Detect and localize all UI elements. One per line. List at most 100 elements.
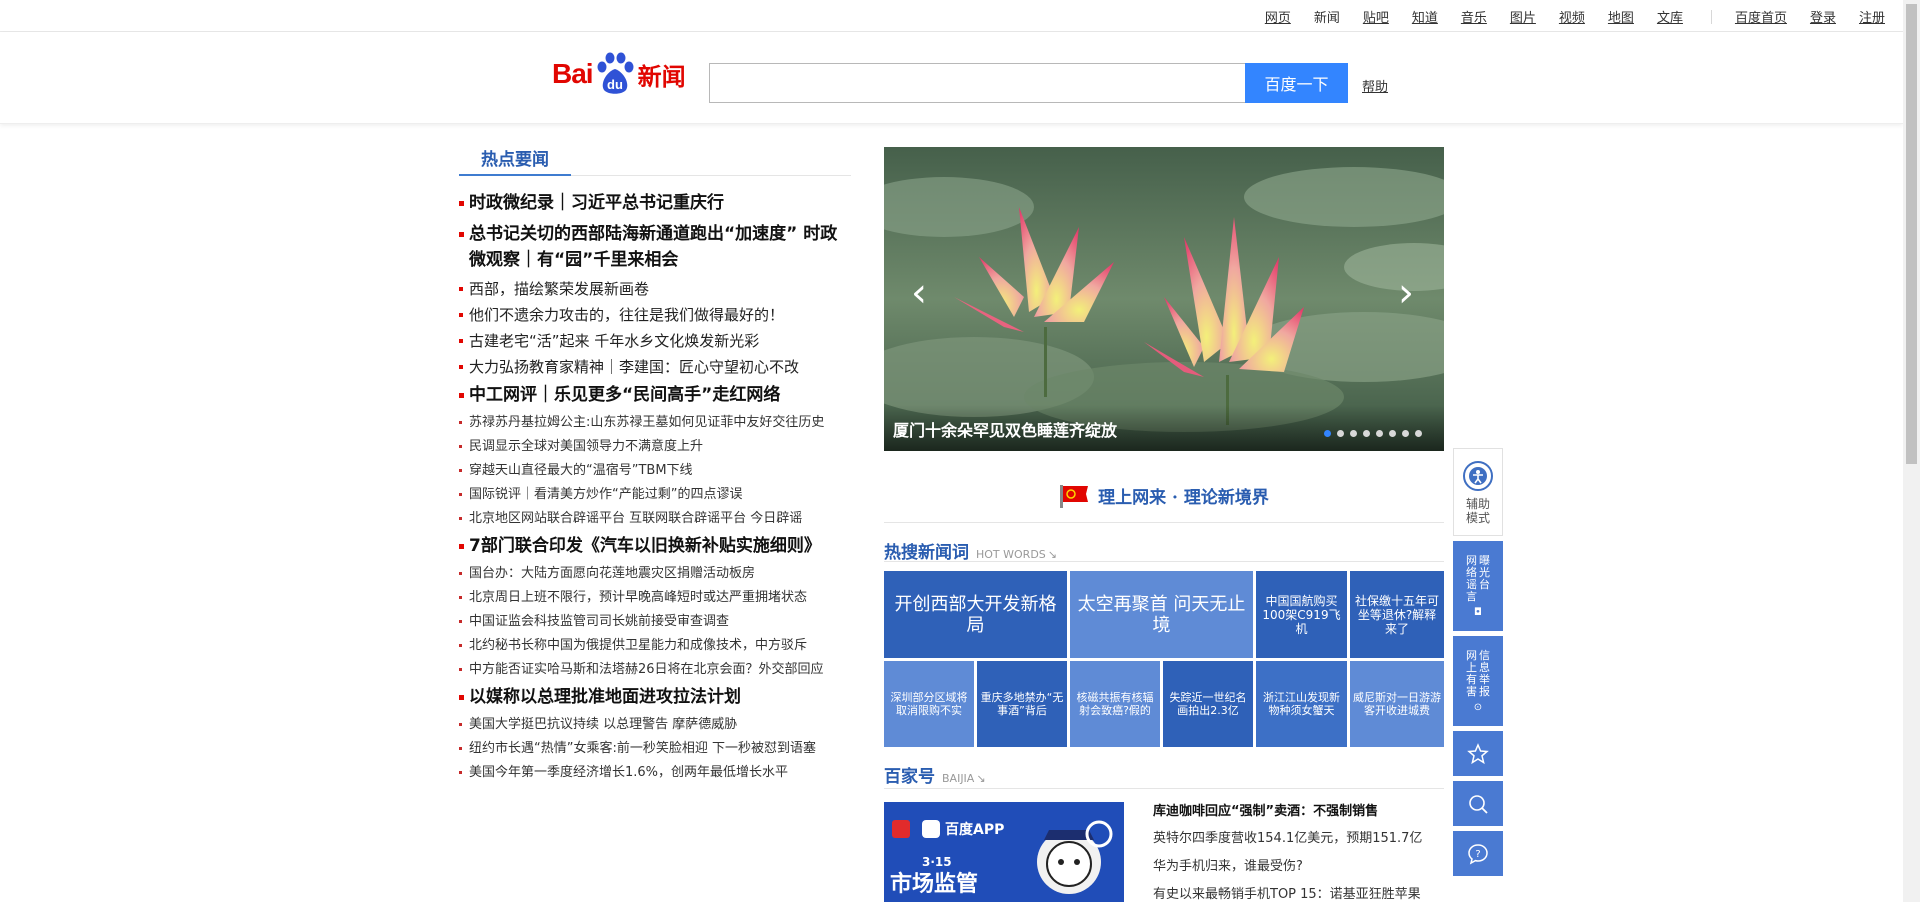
hotword-cell[interactable]: 浙江江山发现新物种须女蟹天 — [1256, 661, 1347, 747]
hot-news-item[interactable]: 总书记关切的西部陆海新通道跑出“加速度” 时政微观察｜有“园”千里来相会 — [459, 221, 851, 273]
nav-video[interactable]: 视频 — [1559, 7, 1585, 26]
svg-text:du: du — [607, 77, 623, 92]
carousel-caption[interactable]: 厦门十余朵罕见双色睡莲齐绽放 — [893, 417, 1117, 441]
carousel-dot[interactable] — [1376, 430, 1383, 437]
hotword-cell[interactable]: 重庆多地禁办“无事酒”背后 — [977, 661, 1067, 747]
hot-news-item[interactable]: 他们不遗余力攻击的，往往是我们做得最好的！ — [459, 305, 851, 325]
hotwords-en-title: HOT WORDS — [976, 548, 1046, 561]
search-button[interactable]: 百度一下 — [1245, 63, 1348, 103]
help-link[interactable]: 帮助 — [1362, 76, 1388, 95]
baijia-promo-image[interactable]: 百度APP 3·15 市场监管 — [884, 802, 1124, 902]
carousel-dot[interactable] — [1324, 430, 1331, 437]
hot-news-item[interactable]: 以媒称以总理批准地面进攻拉法计划 — [459, 684, 851, 710]
nav-images[interactable]: 图片 — [1510, 7, 1536, 26]
accessibility-label: 辅助模式 — [1465, 497, 1490, 525]
image-carousel[interactable]: 厦门十余朵罕见双色睡莲齐绽放 ‹ › — [884, 147, 1444, 451]
baijia-en-title: BAIJIA — [942, 772, 975, 785]
carousel-dot[interactable] — [1363, 430, 1370, 437]
carousel-dot[interactable] — [1337, 430, 1344, 437]
rumor-exposure-button[interactable]: 网络谣言 曝光台 ◘ — [1453, 541, 1503, 631]
hot-news-item[interactable]: 北京周日上班不限行，预计早晚高峰短时或达严重拥堵状态 — [459, 589, 851, 607]
hot-news-item[interactable]: 中方能否证实哈马斯和法塔赫26日将在北京会面？外交部回应 — [459, 661, 851, 679]
hot-news-item[interactable]: 国际锐评｜看清美方炒作“产能过剩”的四点谬误 — [459, 486, 851, 504]
nav-tieba[interactable]: 贴吧 — [1363, 7, 1389, 26]
search-box — [709, 63, 1245, 103]
hotword-cell[interactable]: 太空再聚首 问天无止境 — [1070, 571, 1253, 658]
hot-news-item[interactable]: 苏禄苏丹基拉姆公主:山东苏禄王墓如何见证菲中友好交往历史 — [459, 414, 851, 432]
feedback-button[interactable]: ? — [1453, 831, 1503, 876]
register-link[interactable]: 注册 — [1859, 7, 1885, 26]
hot-news-item[interactable]: 民调显示全球对美国领导力不满意度上升 — [459, 438, 851, 456]
hot-news-item[interactable]: 中国证监会科技监管司司长姚前接受审查调查 — [459, 613, 851, 631]
help-bubble-icon: ? — [1468, 843, 1488, 864]
hot-news-item[interactable]: 穿越天山直径最大的“温宿号”TBM下线 — [459, 462, 851, 480]
hotword-cell[interactable]: 核磁共振有核辐射会致癌?假的 — [1070, 661, 1160, 747]
tab-hot-news[interactable]: 热点要闻 — [459, 140, 571, 176]
baijia-item[interactable]: 华为手机归来，谁最受伤? — [1153, 857, 1445, 877]
hotword-cell[interactable]: 中国国航购买100架C919飞机 — [1256, 571, 1347, 658]
hot-news-item[interactable]: 国台办：大陆方面愿向花莲地震灾区捐赠活动板房 — [459, 565, 851, 583]
carousel-dot[interactable] — [1402, 430, 1409, 437]
hotword-cell[interactable]: 社保缴十五年可坐等退休?解释来了 — [1350, 571, 1444, 658]
baijia-item[interactable]: 有史以来最畅销手机TOP 15：诺基亚狂胜苹果 — [1153, 885, 1445, 905]
hotword-cell[interactable]: 失踪近一世纪名画拍出2.3亿 — [1163, 661, 1253, 747]
hotword-cell[interactable]: 开创西部大开发新格局 — [884, 571, 1067, 658]
search-input[interactable] — [710, 64, 1245, 102]
hot-news-item[interactable]: 西部，描绘繁荣发展新画卷 — [459, 279, 851, 299]
hot-news-item[interactable]: 北京地区网站联合辟谣平台 互联网联合辟谣平台 今日辟谣 — [459, 510, 851, 528]
baijia-arrow-icon[interactable]: ↘ — [976, 772, 985, 785]
baijia-promo-graphic: 百度APP 3·15 市场监管 — [884, 802, 1124, 902]
login-link[interactable]: 登录 — [1810, 7, 1836, 26]
carousel-prev-arrow-icon[interactable]: ‹ — [904, 270, 934, 316]
baijia-item[interactable]: 英特尔四季度营收154.1亿美元，预期151.7亿 — [1153, 829, 1445, 849]
hot-news-item[interactable]: 纽约市长遇“热情”女乘客:前一秒笑脸相迎 下一秒被怼到语塞 — [459, 740, 851, 758]
hot-news-item[interactable]: 古建老宅“活”起来 千年水乡文化焕发新光彩 — [459, 331, 851, 351]
nav-map[interactable]: 地图 — [1608, 7, 1634, 26]
shield-icon: ◘ — [1474, 606, 1482, 618]
theory-banner[interactable]: 理上网来 · 理论新境界 — [884, 469, 1444, 523]
hot-news-item[interactable]: 美国今年第一季度经济增长1.6%，创两年最低增长水平 — [459, 764, 851, 782]
baijia-headline[interactable]: 库迪咖啡回应“强制”卖酒：不强制销售 — [1153, 802, 1445, 822]
carousel-dot[interactable] — [1415, 430, 1422, 437]
hotwords-title: 热搜新闻词 — [884, 543, 969, 563]
svg-text:?: ? — [1475, 849, 1480, 860]
nav-web[interactable]: 网页 — [1265, 7, 1291, 26]
nav-music[interactable]: 音乐 — [1461, 7, 1487, 26]
hot-news-list: 时政微纪录｜习近平总书记重庆行总书记关切的西部陆海新通道跑出“加速度” 时政微观… — [459, 190, 851, 782]
baidu-home-link[interactable]: 百度首页 — [1735, 7, 1787, 26]
hot-news-item[interactable]: 大力弘扬教育家精神｜李建国：匠心守望初心不改 — [459, 357, 851, 377]
hot-news-item[interactable]: 7部门联合印发《汽车以旧换新补贴实施细则》 — [459, 533, 851, 559]
carousel-dots — [1318, 430, 1422, 437]
page-scrollbar[interactable] — [1903, 0, 1920, 902]
baijia-news-list: 库迪咖啡回应“强制”卖酒：不强制销售 英特尔四季度营收154.1亿美元，预期15… — [1153, 802, 1445, 913]
nav-zhidao[interactable]: 知道 — [1412, 7, 1438, 26]
baijia-header: 百家号 BAIJIA ↘ — [884, 762, 986, 787]
baidu-news-logo[interactable]: Bai du 新闻 — [552, 51, 686, 97]
hotword-cell[interactable]: 深圳部分区域将取消限购不实 — [884, 661, 974, 747]
hotwords-header: 热搜新闻词 HOT WORDS ↘ — [884, 538, 1057, 563]
hotwords-arrow-icon[interactable]: ↘ — [1048, 548, 1057, 561]
nav-news[interactable]: 新闻 — [1314, 7, 1340, 26]
hotwords-grid: 开创西部大开发新格局 太空再聚首 问天无止境 中国国航购买100架C919飞机 社保缴… — [884, 571, 1444, 747]
rumor-label-a: 曝光台 — [1479, 553, 1490, 591]
nav-divider — [1710, 9, 1712, 24]
hotword-cell[interactable]: 威尼斯对一日游游客开收进城费 — [1350, 661, 1444, 747]
nav-wenku[interactable]: 文库 — [1657, 7, 1683, 26]
harmful-info-report-button[interactable]: 网上有害 信息举报 ⊙ — [1453, 636, 1503, 726]
svg-text:市场监管: 市场监管 — [890, 871, 978, 897]
hot-news-item[interactable]: 美国大学挺巴抗议持续 以总理警告 摩萨德威胁 — [459, 716, 851, 734]
scrollbar-thumb[interactable] — [1906, 4, 1917, 464]
favorite-button[interactable] — [1453, 731, 1503, 776]
hot-news-item[interactable]: 北约秘书长称中国为俄提供卫星能力和成像技术，中方驳斥 — [459, 637, 851, 655]
carousel-dot[interactable] — [1389, 430, 1396, 437]
accessibility-mode-button[interactable]: 辅助模式 — [1453, 448, 1503, 536]
hot-news-item[interactable]: 时政微纪录｜习近平总书记重庆行 — [459, 190, 851, 216]
carousel-dot[interactable] — [1350, 430, 1357, 437]
hot-news-item[interactable]: 中工网评｜乐见更多“民间高手”走红网络 — [459, 382, 851, 408]
search-tool-button[interactable] — [1453, 781, 1503, 826]
carousel-next-arrow-icon[interactable]: › — [1391, 270, 1421, 316]
logo-bai-text: Bai — [552, 58, 594, 89]
top-navigation-bar: 网页 新闻 贴吧 知道 音乐 图片 视频 地图 文库 百度首页 登录 注册 — [0, 0, 1903, 32]
svg-text:百度APP: 百度APP — [945, 821, 1004, 838]
report-label-b: 网上有害 — [1466, 648, 1477, 698]
